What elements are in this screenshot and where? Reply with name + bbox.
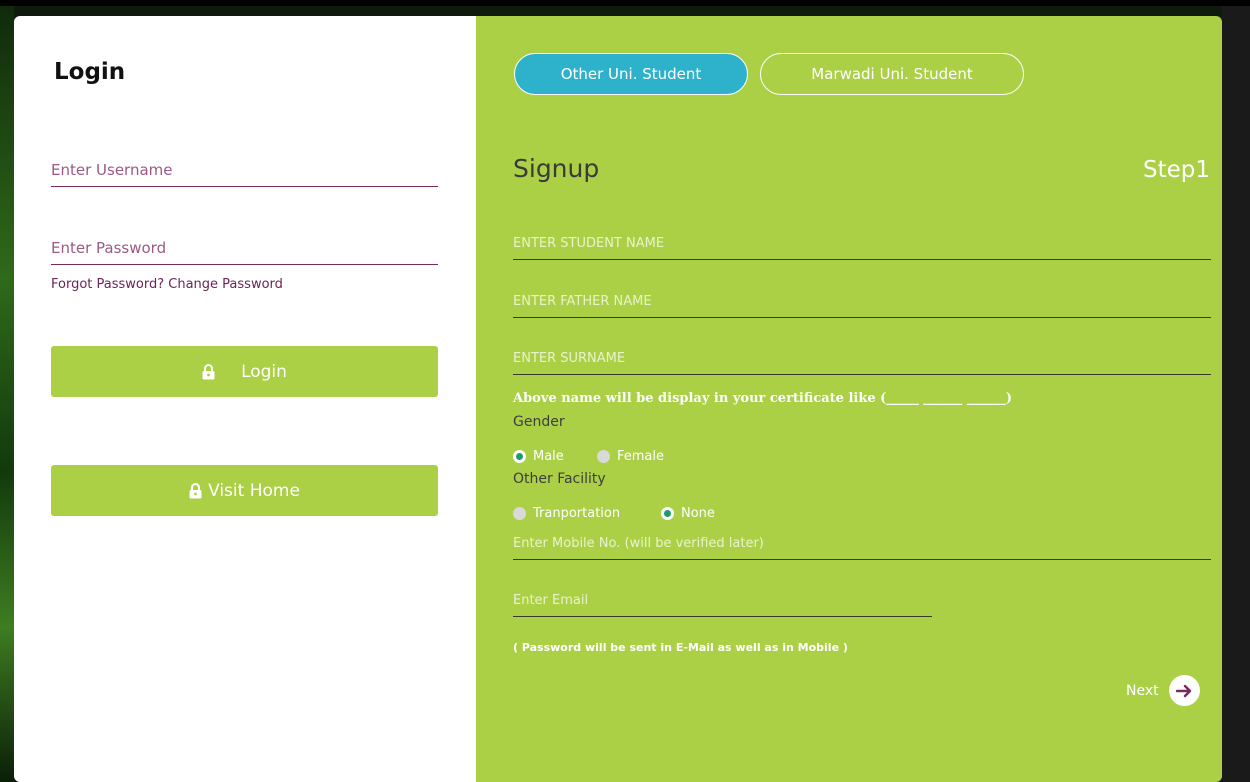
facility-transportation-radio[interactable]: Tranportation: [513, 506, 620, 521]
radio-selected-icon: [661, 507, 674, 520]
next-label: Next: [1126, 682, 1159, 699]
email-input[interactable]: [513, 584, 932, 617]
background-image: [0, 6, 14, 782]
other-facility-label: Other Facility: [513, 471, 606, 487]
login-panel: Login Forgot Password? Change Password L…: [14, 16, 476, 782]
login-button-label: Login: [241, 361, 287, 382]
gender-male-radio[interactable]: Male: [513, 449, 564, 464]
username-input[interactable]: [51, 154, 438, 187]
login-title: Login: [54, 59, 126, 85]
tab-other-uni-student[interactable]: Other Uni. Student: [514, 53, 748, 95]
signup-title: Signup: [513, 154, 600, 183]
signup-panel: Other Uni. Student Marwadi Uni. Student …: [476, 16, 1222, 782]
step-indicator: Step1: [1142, 157, 1210, 183]
lock-icon: [202, 363, 215, 379]
tab-label: Marwadi Uni. Student: [811, 65, 973, 83]
radio-label: None: [681, 506, 715, 521]
radio-unselected-icon: [513, 507, 526, 520]
arrow-right-icon: [1168, 675, 1200, 706]
lock-icon: [189, 482, 202, 498]
visit-home-button-label: Visit Home: [208, 480, 300, 501]
top-bar: [0, 0, 1250, 6]
gender-label: Gender: [513, 414, 565, 430]
password-note: ( Password will be sent in E-Mail as wel…: [513, 641, 848, 654]
visit-home-button[interactable]: Visit Home: [51, 465, 438, 516]
login-button[interactable]: Login: [51, 346, 438, 397]
gender-female-radio[interactable]: Female: [597, 449, 664, 464]
auth-card: Login Forgot Password? Change Password L…: [14, 16, 1222, 782]
radio-unselected-icon: [597, 450, 610, 463]
forgot-password-link[interactable]: Forgot Password? Change Password: [51, 277, 283, 292]
certificate-note: Above name will be display in your certi…: [513, 391, 1012, 406]
radio-selected-icon: [513, 450, 526, 463]
password-input[interactable]: [51, 232, 438, 265]
radio-label: Tranportation: [533, 506, 621, 521]
tab-label: Other Uni. Student: [560, 65, 702, 83]
father-name-input[interactable]: [513, 285, 1211, 318]
background-strip: [1222, 6, 1250, 782]
surname-input[interactable]: [513, 342, 1211, 375]
facility-none-radio[interactable]: None: [661, 506, 715, 521]
mobile-input[interactable]: [513, 527, 1211, 560]
next-button[interactable]: Next: [1126, 675, 1200, 706]
radio-label: Female: [617, 449, 665, 464]
radio-label: Male: [533, 449, 564, 464]
tab-marwadi-uni-student[interactable]: Marwadi Uni. Student: [760, 53, 1024, 95]
student-name-input[interactable]: [513, 227, 1211, 260]
